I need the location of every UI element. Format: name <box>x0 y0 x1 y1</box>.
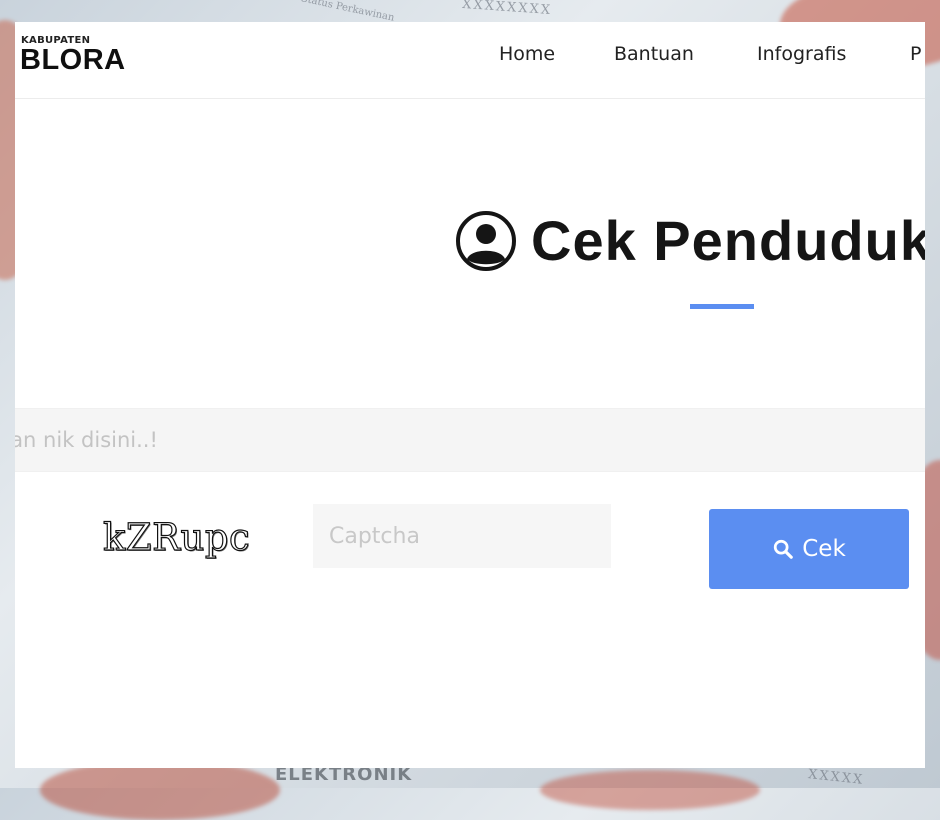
nav-home[interactable]: Home <box>499 43 555 65</box>
nik-input-wrapper <box>15 408 925 472</box>
title-underline <box>690 304 754 309</box>
top-navbar: KABUPATEN BLORA Home Bantuan Infografis … <box>15 22 925 99</box>
captcha-image: kZRupc <box>102 515 251 559</box>
background-text: Status Perkawinan <box>299 0 396 24</box>
nav-bantuan[interactable]: Bantuan <box>614 43 694 65</box>
nik-input[interactable] <box>15 409 911 471</box>
search-icon <box>774 539 794 559</box>
background-blob <box>540 770 760 810</box>
nav-infografis[interactable]: Infografis <box>757 43 846 65</box>
cek-button[interactable]: Cek <box>709 509 909 589</box>
page-card: KABUPATEN BLORA Home Bantuan Infografis … <box>15 22 925 768</box>
captcha-input[interactable] <box>313 504 611 568</box>
nav-item-truncated[interactable]: P <box>910 43 921 65</box>
logo-title[interactable]: BLORA <box>20 44 126 77</box>
background-blob <box>40 760 280 820</box>
background-text: XXXXX <box>807 767 865 788</box>
user-circle-icon <box>456 210 516 271</box>
background-text: XXXXXXXX <box>461 0 553 19</box>
page-title-text: Cek Penduduk <box>531 209 925 272</box>
cek-button-label: Cek <box>802 536 846 562</box>
page-title: Cek Penduduk <box>455 208 925 273</box>
